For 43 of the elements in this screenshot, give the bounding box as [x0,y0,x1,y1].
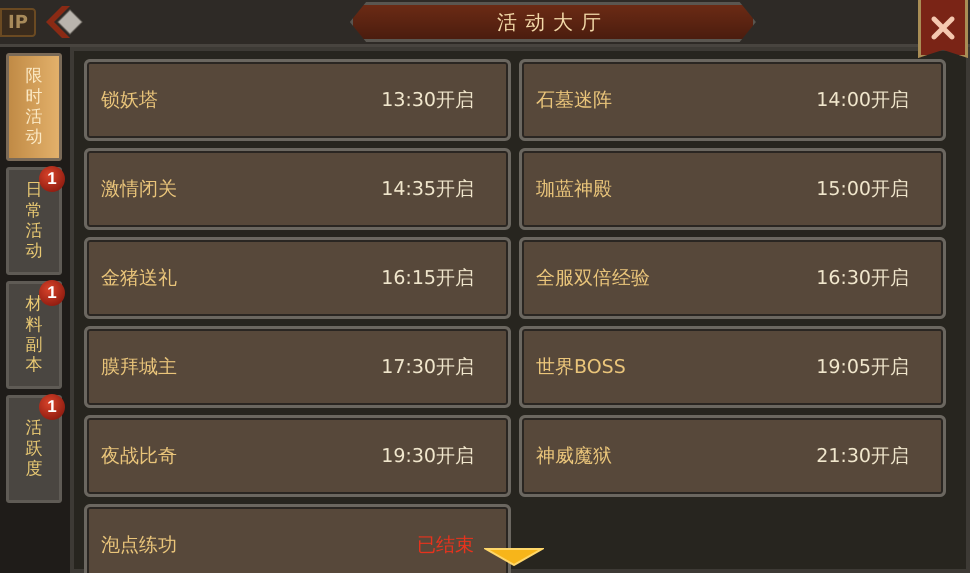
activity-time: 14:00开启 [816,88,909,113]
activity-name: 泡点练功 [101,533,177,558]
activity-card[interactable]: 全服双倍经验 16:30开启 [519,237,946,319]
close-icon [930,14,956,40]
side-tab[interactable]: 材料副本 1 [6,281,62,389]
activity-name: 珈蓝神殿 [536,177,612,202]
activity-card[interactable]: 夜战比奇 19:30开启 [84,415,511,497]
activity-name: 金猪送礼 [101,266,177,291]
activity-name: 夜战比奇 [101,444,177,469]
notification-badge: 1 [39,394,65,420]
notification-badge: 1 [39,166,65,192]
activity-name: 激情闭关 [101,177,177,202]
activity-time: 16:15开启 [381,266,474,291]
activity-card[interactable]: 世界BOSS 19:05开启 [519,326,946,408]
activity-time: 14:35开启 [381,177,474,202]
activity-name: 神威魔狱 [536,444,612,469]
activity-name: 石墓迷阵 [536,88,612,113]
close-button[interactable] [918,0,968,58]
activity-name: 锁妖塔 [101,88,158,113]
activity-card[interactable]: 石墓迷阵 14:00开启 [519,59,946,141]
activity-time: 13:30开启 [381,88,474,113]
activity-time: 15:00开启 [816,177,909,202]
activity-card[interactable]: 珈蓝神殿 15:00开启 [519,148,946,230]
activity-time: 19:05开启 [816,355,909,380]
activity-card[interactable]: 锁妖塔 13:30开启 [84,59,511,141]
activity-time: 21:30开启 [816,444,909,469]
activity-card[interactable]: 泡点练功 已结束 [84,504,511,573]
activity-time: 已结束 [417,533,474,558]
scroll-down-arrow-icon[interactable] [484,545,544,567]
activity-card[interactable]: 金猪送礼 16:15开启 [84,237,511,319]
activity-name: 全服双倍经验 [536,266,650,291]
activity-name: 世界BOSS [536,355,626,380]
vip-tag: IP [0,8,36,36]
activity-time: 16:30开启 [816,266,909,291]
side-tab[interactable]: 日常活动 1 [6,167,62,275]
activity-card[interactable]: 神威魔狱 21:30开启 [519,415,946,497]
activity-time: 19:30开启 [381,444,474,469]
activity-name: 膜拜城主 [101,355,177,380]
side-tab[interactable]: 活跃度 1 [6,395,62,503]
activity-card[interactable]: 激情闭关 14:35开启 [84,148,511,230]
activity-time: 17:30开启 [381,355,474,380]
window-title: 活动大厅 [350,2,756,42]
activity-card[interactable]: 膜拜城主 17:30开启 [84,326,511,408]
